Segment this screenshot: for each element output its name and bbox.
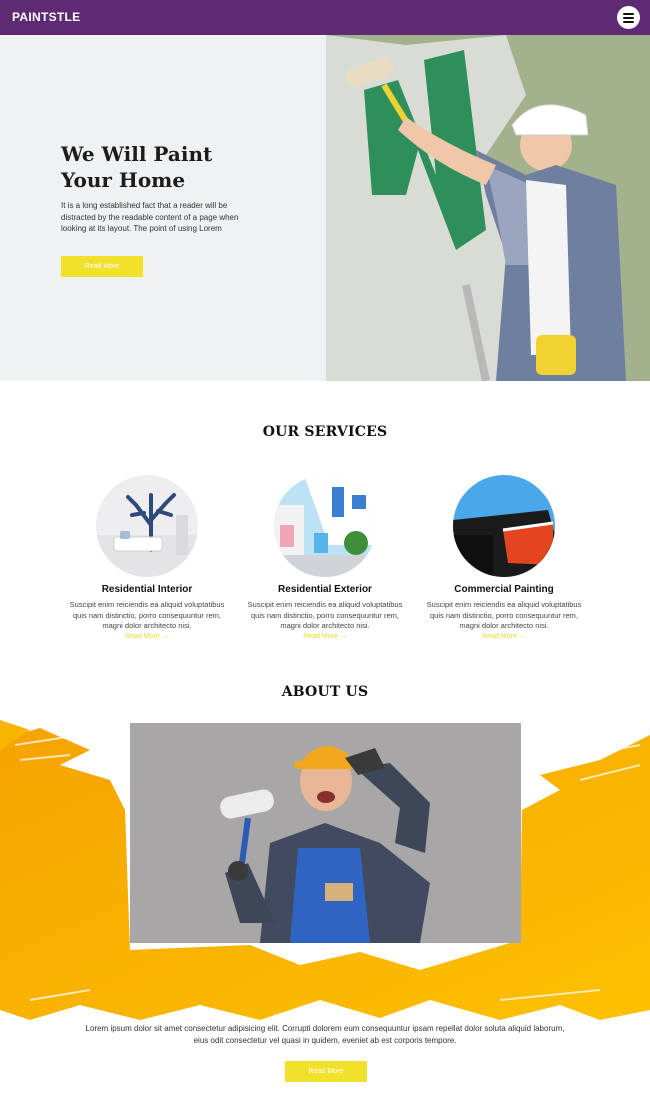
service-desc-residential-interior: Suscipit enim reiciendis ea aliquid volu… <box>69 600 225 630</box>
about-read-more-button[interactable]: Read More <box>285 1061 367 1082</box>
service-title-commercial-painting: Commercial Painting <box>454 584 554 595</box>
services-section-title: OUR SERVICES <box>262 424 388 440</box>
commercial-painting-image <box>453 475 555 577</box>
about-section-title: ABOUT US <box>281 684 369 700</box>
service-desc-commercial-painting: Suscipit enim reiciendis ea aliquid volu… <box>426 600 582 630</box>
top-navbar: PAINTSTLE <box>0 0 650 35</box>
residential-interior-image <box>96 475 198 577</box>
hero-painter-image <box>326 35 650 381</box>
hero-title-line-1: We Will Paint <box>61 142 213 166</box>
service-read-more-link-exterior[interactable]: Read More → <box>240 633 410 640</box>
hero-description: It is a long established fact that a rea… <box>61 201 239 233</box>
service-title-residential-interior: Residential Interior <box>101 584 193 595</box>
service-read-more-link-interior[interactable]: Read More → <box>62 633 232 640</box>
about-description: Lorem ipsum dolor sit amet consectetur a… <box>85 1024 565 1045</box>
hero-title: We Will Paint Your Home <box>61 141 281 193</box>
about-painter-woman-image <box>130 723 521 943</box>
hero-read-more-button[interactable]: Read More <box>61 256 143 277</box>
service-title-residential-exterior: Residential Exterior <box>278 584 372 595</box>
hamburger-menu-icon[interactable] <box>617 6 640 29</box>
service-read-more-link-commercial[interactable]: Read More → <box>419 633 589 640</box>
hero-title-line-2: Your Home <box>61 168 186 192</box>
residential-exterior-image <box>274 475 376 577</box>
service-desc-residential-exterior: Suscipit enim reiciendis ea aliquid volu… <box>247 600 403 630</box>
brand-logo[interactable]: PAINTSTLE <box>12 10 80 24</box>
